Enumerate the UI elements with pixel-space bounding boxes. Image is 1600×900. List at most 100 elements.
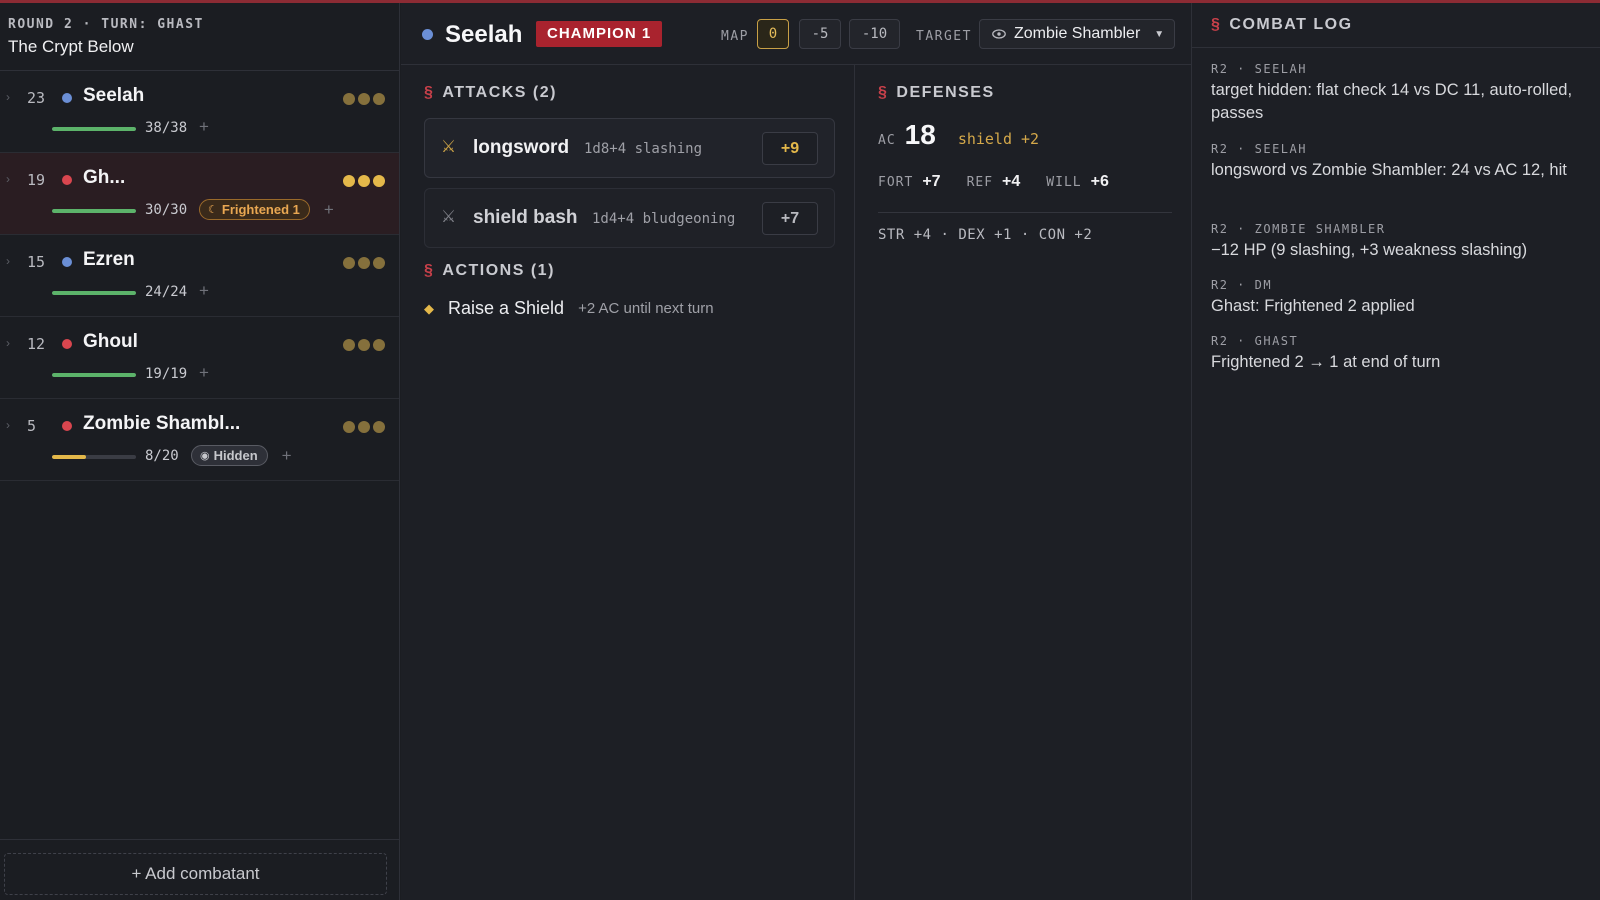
action-raise-shield[interactable]: ◆ Raise a Shield +2 AC until next turn (424, 298, 714, 319)
defenses-heading: § DEFENSES (878, 84, 995, 101)
attack-name: shield bash (473, 207, 578, 228)
hp-bar-fill (52, 373, 136, 377)
eye-icon (992, 29, 1006, 39)
log-entry: R2 · DM Ghast: Frightened 2 applied (1211, 278, 1583, 318)
add-condition-button[interactable]: + (324, 200, 334, 220)
condition-list: ☾ Frightened 1 + (199, 199, 334, 220)
side-dot (62, 339, 72, 349)
will-label: WILL (1046, 175, 1082, 190)
condition-list: + (199, 363, 209, 383)
chevron-right-icon[interactable]: › (6, 418, 10, 432)
chevron-right-icon[interactable]: › (6, 336, 10, 350)
attack-card-longsword[interactable]: ⚔ longsword 1d8+4 slashing +9 (424, 118, 835, 178)
action-pip (343, 421, 355, 433)
attack-card-shield-bash[interactable]: ⚔ shield bash 1d4+4 bludgeoning +7 (424, 188, 835, 248)
target-value: Zombie Shambler (1014, 25, 1141, 42)
side-dot (62, 257, 72, 267)
map-option-0[interactable]: 0 (757, 19, 789, 49)
eye-icon: ◉ (200, 450, 210, 462)
chevron-right-icon[interactable]: › (6, 90, 10, 104)
actions-heading: § ACTIONS (1) (424, 262, 555, 279)
log-entry: R2 · SEELAH longsword vs Zombie Shambler… (1211, 142, 1583, 182)
condition-badge-frightened[interactable]: ☾ Frightened 1 (199, 199, 310, 220)
add-condition-button[interactable]: + (199, 363, 209, 383)
add-condition-button[interactable]: + (199, 117, 209, 137)
log-entry: R2 · SEELAH target hidden: flat check 14… (1211, 62, 1583, 125)
add-condition-button[interactable]: + (199, 281, 209, 301)
log-entry: R2 · GHAST Frightened 2 → 1 at end of tu… (1211, 334, 1583, 374)
hp-text: 8/20 (145, 448, 179, 464)
combatant-row-active[interactable]: › 19 Gh... 30/30 ☾ Frightened 1 + (0, 153, 399, 235)
add-combatant-button[interactable]: + Add combatant (4, 853, 387, 895)
log-entry-meta: R2 · SEELAH (1211, 62, 1307, 76)
log-entry: R2 · ZOMBIE SHAMBLER −12 HP (9 slashing,… (1211, 222, 1583, 262)
action-pips (343, 339, 385, 351)
saves-row: FORT +7 REF +4 WILL +6 (878, 173, 1135, 191)
chevron-right-icon[interactable]: › (6, 172, 10, 186)
ability-modifiers: STR +4 · DEX +1 · CON +2 (878, 227, 1093, 243)
action-pips (343, 421, 385, 433)
action-pip (373, 421, 385, 433)
action-pip (358, 175, 370, 187)
action-pip (373, 257, 385, 269)
round-label: ROUND 2 · TURN: GHAST (8, 17, 204, 32)
hp-bar (52, 127, 136, 131)
combatant-row[interactable]: › 5 Zombie Shambl... 8/20 ◉ Hidden + (0, 399, 399, 481)
map-option-5[interactable]: -5 (799, 19, 841, 49)
add-condition-button[interactable]: + (282, 446, 292, 466)
action-pips (343, 175, 385, 187)
initiative-value: 19 (27, 171, 46, 189)
hp-text: 19/19 (145, 366, 188, 382)
log-entry-meta: R2 · ZOMBIE SHAMBLER (1211, 222, 1386, 236)
target-select[interactable]: Zombie Shambler ▼ (979, 19, 1175, 49)
combat-log-heading: § COMBAT LOG (1211, 16, 1353, 33)
combatant-name: Ghoul (83, 331, 138, 352)
attack-damage: 1d8+4 slashing (584, 141, 703, 157)
map-option-10[interactable]: -10 (849, 19, 900, 49)
hp-bar (52, 291, 136, 295)
combatant-row[interactable]: › 12 Ghoul 19/19 + (0, 317, 399, 399)
condition-list: + (199, 117, 209, 137)
log-entry-meta: R2 · DM (1211, 278, 1273, 292)
side-dot (422, 29, 433, 40)
attack-damage: 1d4+4 bludgeoning (592, 211, 736, 227)
side-dot (62, 175, 72, 185)
fort-value: +7 (922, 173, 941, 190)
action-pip (373, 93, 385, 105)
log-entry-text: longsword vs Zombie Shambler: 24 vs AC 1… (1211, 161, 1567, 179)
action-pip (343, 257, 355, 269)
hp-bar (52, 455, 136, 459)
attack-bonus-button[interactable]: +9 (762, 132, 818, 165)
combatant-name: Ezren (83, 249, 135, 270)
attack-bonus-button[interactable]: +7 (762, 202, 818, 235)
combatant-detail-panel: Seelah CHAMPION 1 MAP 0 -5 -10 TARGET Zo… (401, 3, 1191, 900)
chevron-right-icon[interactable]: › (6, 254, 10, 268)
section-mark-icon: § (878, 84, 889, 101)
condition-label: Hidden (213, 448, 258, 463)
combatant-row[interactable]: › 23 Seelah 38/38 + (0, 71, 399, 153)
action-pip (373, 339, 385, 351)
encounter-header: ROUND 2 · TURN: GHAST The Crypt Below (0, 3, 399, 71)
ref-label: REF (966, 175, 994, 190)
hp-bar (52, 209, 136, 213)
defenses-section: § DEFENSES AC 18 shield +2 FORT +7 REF +4… (856, 65, 1191, 900)
action-pips (343, 93, 385, 105)
log-entry-meta: R2 · SEELAH (1211, 142, 1307, 156)
action-pip (373, 175, 385, 187)
section-mark-icon: § (424, 262, 435, 279)
action-pip (358, 421, 370, 433)
hp-bar-fill (52, 455, 86, 459)
action-pip (343, 339, 355, 351)
log-entry-text: Frightened 2 → 1 at end of turn (1211, 353, 1441, 371)
condition-badge-hidden[interactable]: ◉ Hidden (191, 445, 268, 466)
chevron-down-icon: ▼ (1154, 28, 1165, 40)
action-name: Raise a Shield (448, 298, 565, 318)
initiative-value: 23 (27, 89, 46, 107)
combat-log-panel: § COMBAT LOG R2 · SEELAH target hidden: f… (1191, 3, 1600, 900)
condition-list: ◉ Hidden + (191, 445, 292, 466)
attack-name: longsword (473, 137, 570, 158)
combatant-row[interactable]: › 15 Ezren 24/24 + (0, 235, 399, 317)
initiative-value: 5 (27, 417, 37, 435)
ref-value: +4 (1002, 173, 1021, 190)
section-mark-icon: § (424, 84, 435, 101)
